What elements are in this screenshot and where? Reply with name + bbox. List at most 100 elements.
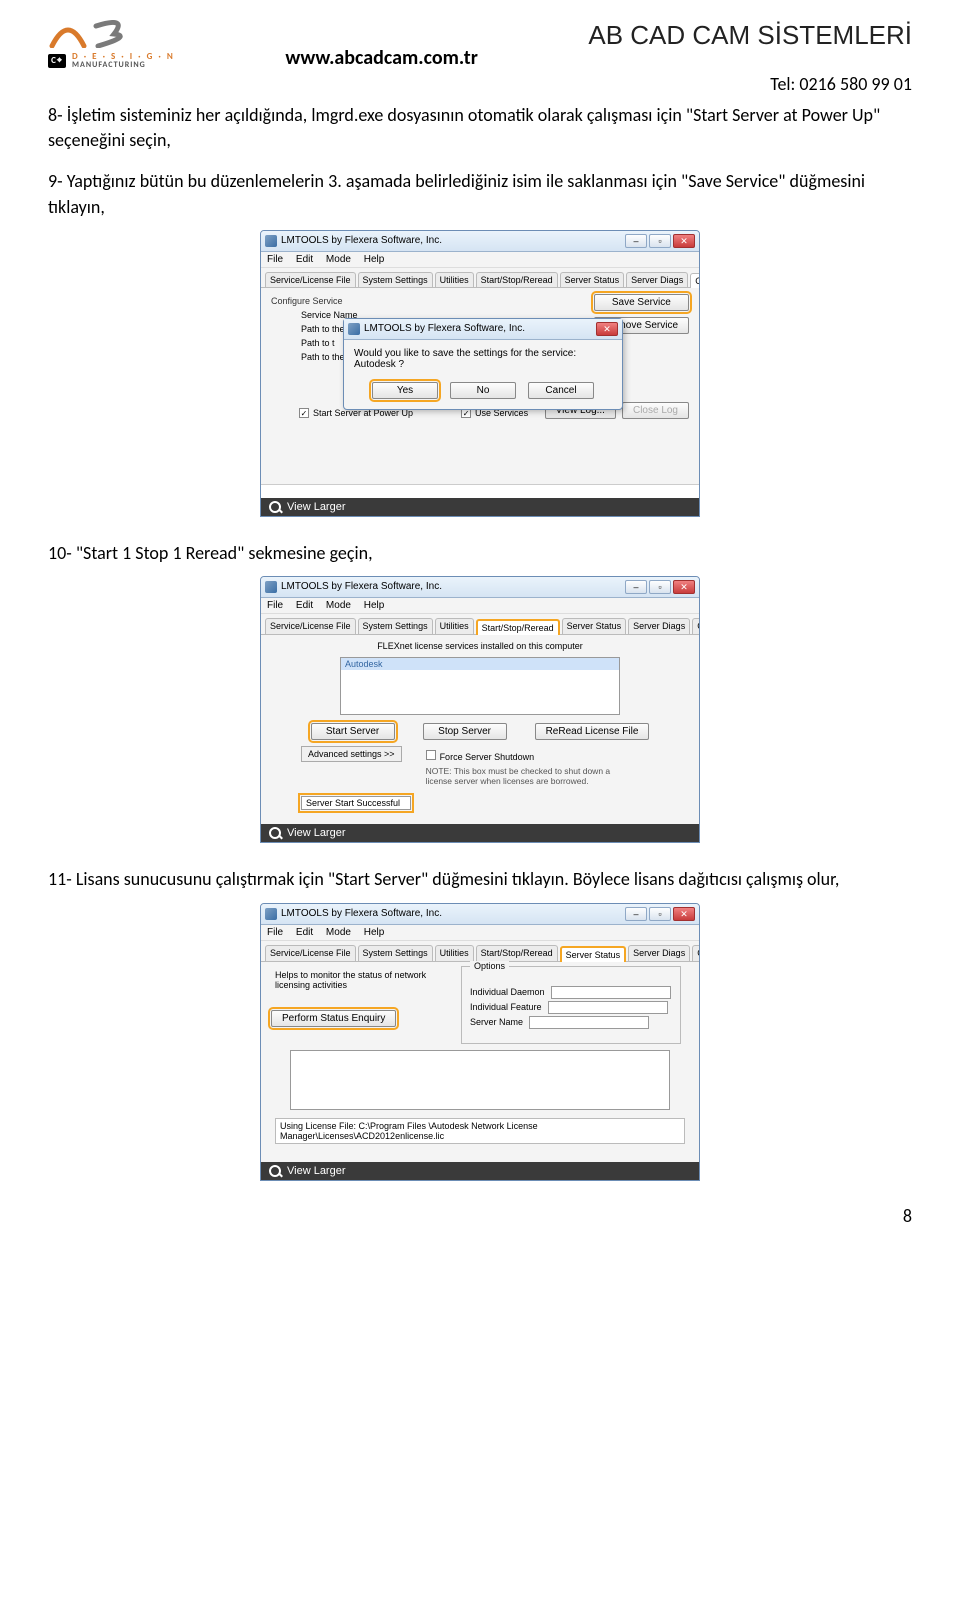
maximize-button[interactable]: ▫ bbox=[649, 907, 671, 921]
titlebar: LMTOOLS by Flexera Software, Inc. – ▫ ✕ bbox=[261, 904, 699, 925]
tab-utilities[interactable]: Utilities bbox=[435, 618, 474, 634]
perform-status-button[interactable]: Perform Status Enquiry bbox=[271, 1010, 396, 1027]
dialog-message: Would you like to save the settings for … bbox=[354, 348, 612, 370]
maximize-button[interactable]: ▫ bbox=[649, 234, 671, 248]
advanced-settings-button[interactable]: Advanced settings >> bbox=[301, 746, 402, 762]
dialog-yes-button[interactable]: Yes bbox=[372, 382, 438, 399]
selected-service: Autodesk bbox=[341, 658, 619, 670]
tab-start-stop[interactable]: Start/Stop/Reread bbox=[476, 619, 560, 635]
tab-start-stop[interactable]: Start/Stop/Reread bbox=[476, 272, 558, 287]
step-10-text: 10- "Start 1 Stop 1 Reread" sekmesine ge… bbox=[48, 541, 912, 566]
view-larger-bar[interactable]: View Larger bbox=[261, 498, 699, 516]
header-url: www.abcadcam.com.tr bbox=[175, 20, 589, 70]
window-title: LMTOOLS by Flexera Software, Inc. bbox=[281, 581, 442, 592]
magnify-icon bbox=[269, 501, 281, 513]
tab-row: Service/License File System Settings Uti… bbox=[261, 268, 699, 288]
service-listbox[interactable]: Autodesk bbox=[340, 657, 620, 715]
magnify-icon bbox=[269, 827, 281, 839]
stop-server-button[interactable]: Stop Server bbox=[423, 723, 507, 740]
menu-mode[interactable]: Mode bbox=[326, 927, 351, 938]
tab-config-services[interactable]: Config Services bbox=[692, 945, 700, 961]
minimize-button[interactable]: – bbox=[625, 580, 647, 594]
individual-feature-label: Individual Feature bbox=[470, 1002, 542, 1012]
tab-server-diags[interactable]: Server Diags bbox=[628, 618, 690, 634]
menu-file[interactable]: File bbox=[267, 927, 283, 938]
tab-row: Service/License File System Settings Uti… bbox=[261, 941, 699, 962]
menu-mode[interactable]: Mode bbox=[326, 600, 351, 611]
menu-edit[interactable]: Edit bbox=[296, 254, 313, 265]
tab-utilities[interactable]: Utilities bbox=[435, 272, 474, 287]
lmtools-window-status: LMTOOLS by Flexera Software, Inc. – ▫ ✕ … bbox=[260, 903, 700, 1181]
start-server-button[interactable]: Start Server bbox=[311, 723, 395, 740]
menubar: File Edit Mode Help bbox=[261, 252, 699, 268]
tab-service-file[interactable]: Service/License File bbox=[265, 945, 356, 961]
dialog-title: LMTOOLS by Flexera Software, Inc. bbox=[364, 323, 525, 334]
minimize-button[interactable]: – bbox=[625, 907, 647, 921]
tab-row: Service/License File System Settings Uti… bbox=[261, 614, 699, 635]
start-at-powerup-checkbox[interactable]: ✓ bbox=[299, 408, 309, 418]
view-larger-bar[interactable]: View Larger bbox=[261, 1162, 699, 1180]
magnify-icon bbox=[269, 1165, 281, 1177]
window-title: LMTOOLS by Flexera Software, Inc. bbox=[281, 235, 442, 246]
titlebar: LMTOOLS by Flexera Software, Inc. – ▫ ✕ bbox=[261, 577, 699, 598]
close-button[interactable]: ✕ bbox=[673, 580, 695, 594]
view-larger-bar[interactable]: View Larger bbox=[261, 824, 699, 842]
tab-server-diags[interactable]: Server Diags bbox=[626, 272, 688, 287]
tab-system-settings[interactable]: System Settings bbox=[358, 618, 433, 634]
titlebar: LMTOOLS by Flexera Software, Inc. – ▫ ✕ bbox=[261, 231, 699, 252]
page-header: C⌖ D · E · S · I · G · N MANUFACTURING w… bbox=[48, 20, 912, 95]
tab-server-status[interactable]: Server Status bbox=[562, 618, 627, 634]
menu-help[interactable]: Help bbox=[364, 254, 385, 265]
tab-server-diags[interactable]: Server Diags bbox=[628, 945, 690, 961]
reread-license-button[interactable]: ReRead License File bbox=[535, 723, 650, 740]
server-name-field[interactable] bbox=[529, 1016, 649, 1029]
view-larger-label: View Larger bbox=[287, 1165, 346, 1177]
menu-edit[interactable]: Edit bbox=[296, 927, 313, 938]
close-log-button[interactable]: Close Log bbox=[622, 402, 689, 419]
menu-help[interactable]: Help bbox=[364, 600, 385, 611]
tab-config-services[interactable]: Config Services bbox=[692, 618, 700, 634]
logo-a-icon bbox=[48, 20, 88, 48]
status-help-text: Helps to monitor the status of network l… bbox=[275, 970, 451, 990]
menu-file[interactable]: File bbox=[267, 254, 283, 265]
tab-system-settings[interactable]: System Settings bbox=[358, 945, 433, 961]
step-11-text: 11- Lisans sunucusunu çalıştırmak için "… bbox=[48, 867, 912, 892]
tab-server-status[interactable]: Server Status bbox=[560, 272, 625, 287]
options-groupbox-title: Options bbox=[470, 961, 509, 971]
using-license-file-text: Using License File: C:\Program Files \Au… bbox=[275, 1118, 685, 1144]
dialog-no-button[interactable]: No bbox=[450, 382, 516, 399]
step-8-text: 8- İşletim sisteminiz her açıldığında, l… bbox=[48, 103, 912, 153]
maximize-button[interactable]: ▫ bbox=[649, 580, 671, 594]
phone-number: Tel: 0216 580 99 01 bbox=[588, 73, 912, 95]
step-9-text: 9- Yaptığınız bütün bu düzenlemelerin 3.… bbox=[48, 169, 912, 219]
tab-service-file[interactable]: Service/License File bbox=[265, 272, 356, 287]
menu-edit[interactable]: Edit bbox=[296, 600, 313, 611]
lmtools-window-config: LMTOOLS by Flexera Software, Inc. – ▫ ✕ … bbox=[260, 230, 700, 517]
minimize-button[interactable]: – bbox=[625, 234, 647, 248]
tab-config-services[interactable]: Config Services bbox=[690, 273, 700, 288]
tab-service-file[interactable]: Service/License File bbox=[265, 618, 356, 634]
individual-feature-field[interactable] bbox=[548, 1001, 668, 1014]
dialog-cancel-button[interactable]: Cancel bbox=[528, 382, 594, 399]
individual-daemon-field[interactable] bbox=[551, 986, 671, 999]
menu-help[interactable]: Help bbox=[364, 927, 385, 938]
tab-server-status[interactable]: Server Status bbox=[560, 946, 627, 962]
menu-mode[interactable]: Mode bbox=[326, 254, 351, 265]
view-larger-label: View Larger bbox=[287, 827, 346, 839]
tab-system-settings[interactable]: System Settings bbox=[358, 272, 433, 287]
close-button[interactable]: ✕ bbox=[673, 234, 695, 248]
close-button[interactable]: ✕ bbox=[673, 907, 695, 921]
tab-utilities[interactable]: Utilities bbox=[435, 945, 474, 961]
logo-b-icon bbox=[92, 20, 132, 48]
tab-start-stop[interactable]: Start/Stop/Reread bbox=[476, 945, 558, 961]
logo-mfg-text: MANUFACTURING bbox=[72, 61, 175, 69]
save-service-button[interactable]: Save Service bbox=[594, 294, 689, 311]
menu-file[interactable]: File bbox=[267, 600, 283, 611]
force-shutdown-checkbox[interactable] bbox=[426, 750, 436, 760]
use-services-checkbox[interactable]: ✓ bbox=[461, 408, 471, 418]
view-larger-label: View Larger bbox=[287, 501, 346, 513]
dialog-close-button[interactable]: ✕ bbox=[596, 322, 618, 336]
force-shutdown-note: NOTE: This box must be checked to shut d… bbox=[426, 766, 626, 786]
page-number: 8 bbox=[903, 1205, 912, 1227]
individual-daemon-label: Individual Daemon bbox=[470, 987, 545, 997]
